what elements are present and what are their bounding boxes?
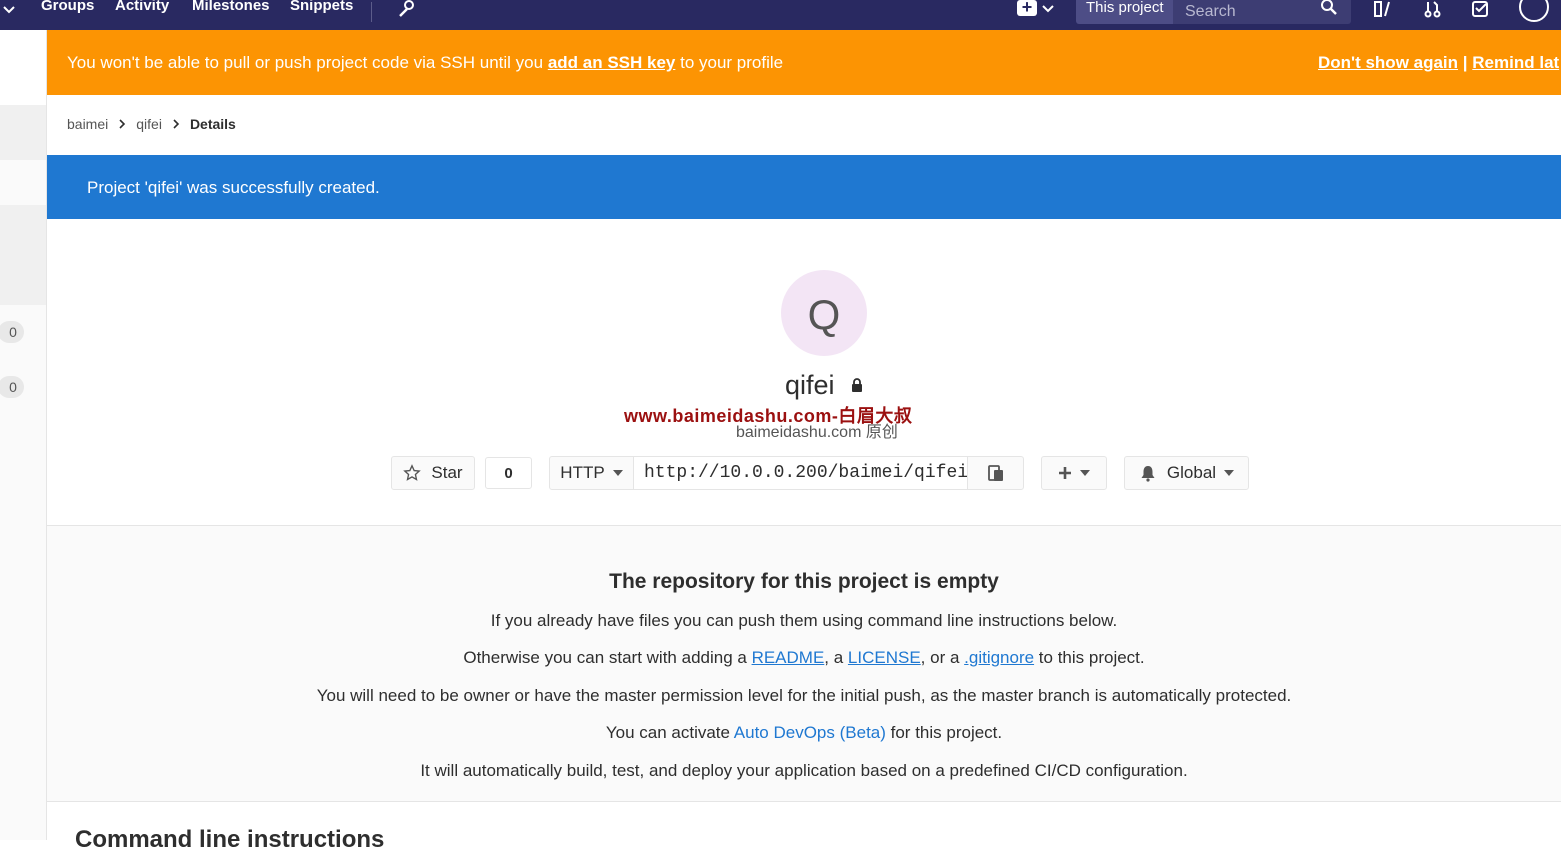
clone-protocol-dropdown[interactable]: HTTP: [549, 456, 634, 490]
nav-snippets[interactable]: Snippets: [290, 0, 353, 14]
caret-down-icon: [1224, 470, 1235, 476]
lock-icon: [851, 378, 863, 397]
user-avatar[interactable]: [1519, 0, 1549, 22]
add-ssh-key-link[interactable]: add an SSH key: [548, 53, 676, 72]
star-icon: [403, 464, 422, 481]
sidebar-item[interactable]: [0, 105, 46, 160]
readme-link[interactable]: README: [752, 648, 825, 667]
sidebar-mr-count-badge: 0: [0, 376, 24, 398]
issues-board-icon[interactable]: [1373, 0, 1395, 23]
caret-down-icon: [612, 470, 623, 476]
plus-icon: [1059, 467, 1071, 479]
chevron-down-icon[interactable]: [1042, 1, 1054, 19]
search-icon[interactable]: [1320, 0, 1338, 21]
gitignore-link[interactable]: .gitignore: [964, 648, 1034, 667]
notification-level-dropdown[interactable]: Global: [1124, 456, 1249, 490]
dont-show-again-link[interactable]: Don't show again: [1318, 53, 1458, 72]
nav-activity[interactable]: Activity: [115, 0, 169, 14]
empty-repo-title: The repository for this project is empty: [609, 570, 999, 593]
project-title: qifei: [785, 370, 835, 400]
chevron-down-icon[interactable]: [2, 2, 16, 20]
empty-repository-panel: The repository for this project is empty…: [47, 525, 1561, 802]
auto-devops-link[interactable]: Auto DevOps (Beta): [734, 723, 886, 742]
clone-url-input[interactable]: http://10.0.0.200/baimei/qifei.git: [633, 456, 968, 490]
new-item-plus-icon[interactable]: +: [1017, 0, 1037, 16]
sidebar-issues-count-badge: 0: [0, 321, 24, 343]
text: , a: [824, 648, 848, 667]
breadcrumb-current[interactable]: Details: [190, 116, 236, 132]
nav-groups[interactable]: Groups: [41, 0, 94, 14]
breadcrumb-group[interactable]: baimei: [67, 116, 108, 132]
search-scope-badge[interactable]: This project: [1076, 0, 1173, 24]
star-count[interactable]: 0: [485, 457, 532, 489]
watermark-subtext: baimeidashu.com 原创: [736, 424, 898, 441]
ssh-actions-separator: |: [1462, 53, 1468, 72]
project-sidebar: 0 0: [0, 30, 47, 840]
chevron-right-icon: [119, 119, 126, 129]
empty-repo-line-5: It will automatically build, test, and d…: [420, 761, 1188, 780]
flash-notice: Project 'qifei' was successfully created…: [47, 155, 1561, 219]
wrench-icon[interactable]: [397, 0, 415, 23]
empty-repo-line-3: You will need to be owner or have the ma…: [316, 686, 1292, 705]
ssh-warning-text: You won't be able to pull or push projec…: [67, 53, 548, 72]
text: , or a: [920, 648, 965, 667]
copy-url-button[interactable]: [967, 456, 1024, 490]
notification-level-label: Global: [1166, 463, 1217, 482]
license-link[interactable]: LICENSE: [848, 648, 921, 667]
ssh-warning-message: You won't be able to pull or push projec…: [67, 53, 783, 73]
command-line-instructions-heading: Command line instructions: [75, 826, 385, 853]
star-label: Star: [431, 463, 463, 482]
sidebar-item[interactable]: [0, 205, 46, 305]
remind-later-link[interactable]: Remind lat: [1472, 53, 1559, 72]
breadcrumb: baimei qifei Details: [67, 116, 236, 132]
breadcrumb-project[interactable]: qifei: [136, 116, 162, 132]
chevron-right-icon: [173, 119, 180, 129]
star-button[interactable]: Star: [391, 456, 475, 490]
top-navbar: Groups Activity Milestones Snippets + Th…: [0, 0, 1561, 30]
text: to this project.: [1034, 648, 1145, 667]
nav-milestones[interactable]: Milestones: [192, 0, 270, 14]
text: Otherwise you can start with adding a: [463, 648, 752, 667]
todo-check-icon[interactable]: [1471, 0, 1491, 23]
clipboard-icon: [987, 465, 1003, 481]
ssh-key-warning-banner: You won't be able to pull or push projec…: [47, 30, 1561, 95]
text: You can activate: [605, 723, 734, 742]
caret-down-icon: [1080, 470, 1090, 476]
empty-repo-line-4: You can activate Auto DevOps (Beta) for …: [47, 723, 1561, 743]
sidebar-top: [0, 30, 46, 105]
bell-icon: [1141, 466, 1155, 482]
project-avatar: Q: [781, 270, 867, 356]
empty-repo-line-2: Otherwise you can start with adding a RE…: [47, 648, 1561, 668]
text: for this project.: [885, 723, 1003, 742]
nav-separator: [371, 2, 372, 22]
ssh-warning-text-end: to your profile: [675, 53, 784, 72]
sidebar-item[interactable]: [0, 160, 46, 205]
add-new-dropdown[interactable]: [1041, 456, 1107, 490]
clone-protocol-label: HTTP: [560, 463, 605, 482]
merge-request-icon[interactable]: [1424, 0, 1442, 23]
ssh-banner-actions: Don't show again | Remind lat: [1318, 53, 1559, 73]
empty-repo-line-1: If you already have files you can push t…: [490, 611, 1118, 630]
